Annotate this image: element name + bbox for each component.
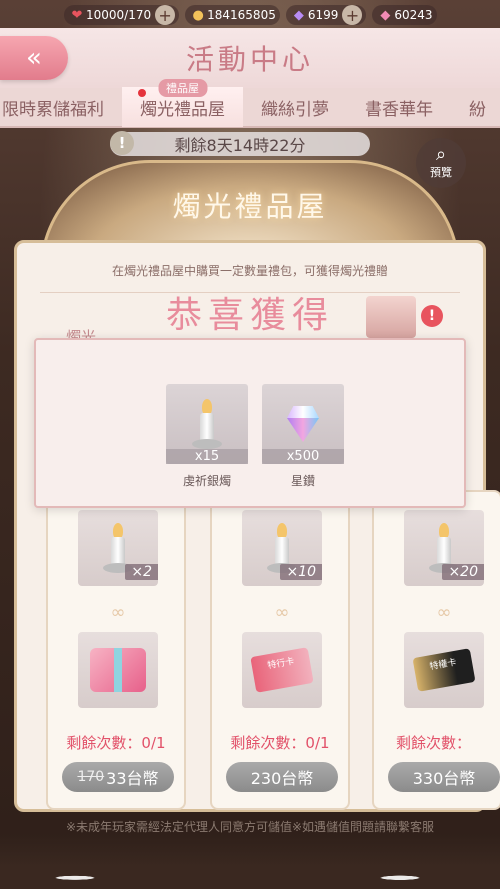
reward-count: x15 [166,449,248,464]
tab-candle-gift-house[interactable]: 禮品屋 燭光禮品屋 [122,79,243,127]
tab-badge: 禮品屋 [158,79,207,97]
buy-button[interactable]: 330台幣 [388,762,500,792]
character-portrait [366,296,416,338]
add-stamina-button[interactable]: + [155,5,176,25]
link-icon: ∞ [436,602,452,623]
event-description: 在燭光禮品屋中購買一定數量禮包，可獲得燭光禮贈 [111,264,388,278]
remaining-count: 剩餘次數：0/1 [66,734,166,752]
link-icon: ∞ [274,602,290,623]
silver-candle-icon [192,399,222,449]
red-card-icon: 特行卡 [250,647,314,693]
info-exclamation-icon[interactable]: ! [110,131,134,155]
bonus-item[interactable]: 特權卡 [404,632,484,708]
event-title: 燭光禮品屋 [172,190,328,223]
remaining-count: 剩餘次數：0/1 [230,734,330,752]
event-tabs: 限時累儲福利 禮品屋 燭光禮品屋 織絲引夢 書香華年 紛 [0,79,500,128]
gold-card-icon: 特權卡 [412,648,476,692]
pink-diamond-icon: ◆ [380,7,391,23]
price-label: 230台幣 [250,769,314,788]
pink-diamond-resource: ◆ 60243 [372,5,437,25]
reward-item: x15 [166,384,248,464]
reward-count: x500 [262,449,344,464]
card-text: 特行卡 [266,656,296,672]
tab-label: 燭光禮品屋 [140,99,225,120]
heart-icon: ❤ [71,7,83,23]
remaining-count: 剩餘次數： [396,734,472,752]
package-card: ×2 ∞ 剩餘次數：0/1 170 33台幣 [46,490,186,810]
link-icon: ∞ [110,602,126,623]
reward-item: x500 [262,384,344,464]
candle-item[interactable]: ×2 [78,510,158,586]
countdown-timer: 剩餘8天14時22分 [110,132,370,156]
tab-label: 織絲引夢 [261,99,329,120]
original-price: 170 [77,769,105,785]
reward-popup[interactable]: x15 虔祈銀燭 x500 星鑽 [34,338,466,508]
flower-decoration [0,833,500,889]
buy-button[interactable]: 230台幣 [226,762,338,792]
package-card: ×10 ∞ 特行卡 剩餘次數：0/1 230台幣 [210,490,350,810]
preview-button[interactable]: ⌕ 預覽 [416,138,466,188]
candle-quantity: ×2 [125,564,158,580]
gift-box-icon [90,648,146,692]
tab-more[interactable]: 紛 [451,87,500,127]
pink-diamond-value: 60243 [394,8,433,22]
tab-label: 限時累儲福利 [2,99,104,120]
coin-resource: ● 184165805 [185,5,280,25]
tab-label: 書香華年 [365,99,433,120]
stamina-value: 10000/170 [86,8,152,22]
cat-coin-icon: ● [192,7,204,23]
star-diamond-value: 6199 [307,8,339,22]
star-diamond-resource: ◆ 6199 + [285,5,367,25]
alert-icon[interactable]: ! [421,305,443,327]
add-star-diamond-button[interactable]: + [342,5,363,25]
card-text: 特權卡 [428,657,458,673]
price-label: 33台幣 [106,769,159,788]
tab-book-years[interactable]: 書香華年 [347,87,451,127]
tab-silk-dream[interactable]: 織絲引夢 [243,87,347,127]
candle-item[interactable]: ×10 [242,510,322,586]
notification-dot [138,89,146,97]
package-card: ×20 ∞ 特權卡 剩餘次數： 330台幣 [372,490,500,810]
star-diamond-icon [283,406,323,442]
stamina-resource: ❤ 10000/170 + [64,5,180,25]
tab-recharge-benefit[interactable]: 限時累儲福利 [0,87,122,127]
candle-item[interactable]: ×20 [404,510,484,586]
tab-label: 紛 [469,99,486,120]
star-diamond-icon: ◆ [293,7,304,23]
coin-value: 184165805 [207,8,276,22]
resource-bar: ❤ 10000/170 + ● 184165805 ◆ 6199 + ◆ 602… [64,4,468,26]
preview-label: 預覽 [430,166,452,179]
page-title: 活動中心 [185,43,314,76]
bonus-item[interactable] [78,632,158,708]
congrats-title: 恭喜獲得 [165,295,334,336]
reward-label: 虔祈銀燭 [182,474,231,488]
search-icon: ⌕ [435,144,447,165]
candle-quantity: ×10 [280,564,322,580]
reward-label: 星鑽 [290,474,315,488]
bonus-item[interactable]: 特行卡 [242,632,322,708]
candle-quantity: ×20 [442,564,484,580]
header: « 活動中心 [0,28,500,88]
price-label: 330台幣 [412,769,476,788]
buy-button[interactable]: 170 33台幣 [62,762,174,792]
